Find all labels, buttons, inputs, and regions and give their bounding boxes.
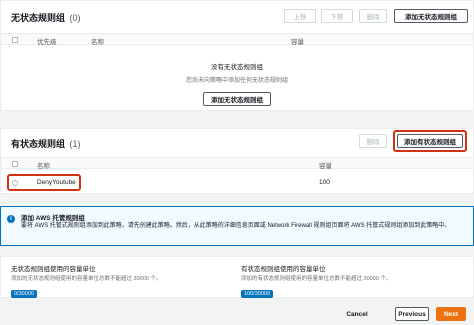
stateless-capacity-badge: 0/30000 (11, 290, 37, 298)
info-alert: i 添加 AWS 托管规则组 要将 AWS 托管式规则组添加到此策略，请先创建此… (0, 206, 474, 246)
stateless-capacity-desc: 添加的无状态规则组使用的容量单位总数不能超过 30000 个。 (11, 276, 162, 282)
stateful-table-header: 名称 容量 (1, 157, 473, 170)
stateful-capacity-badge: 100/30000 (241, 290, 273, 298)
stateless-capacity-title: 无状态规则组使用的容量单位 (11, 266, 96, 273)
stateful-select-all-checkbox[interactable] (12, 161, 18, 167)
stateless-count: (0) (69, 13, 81, 23)
stateless-title-text: 无状态规则组 (11, 13, 66, 23)
previous-button[interactable]: Previous (395, 307, 429, 321)
add-stateful-highlight (393, 130, 467, 152)
info-icon: i (7, 215, 15, 223)
cancel-button[interactable]: Cancel (346, 307, 367, 321)
stateless-panel-title: 无状态规则组 (0) (11, 11, 81, 24)
column-priority: 优先级 (37, 39, 57, 46)
stateless-empty-title: 没有无状态规则组 (211, 64, 263, 71)
move-up-button[interactable]: 上移 (284, 9, 316, 23)
capacity-panel: 无状态规则组使用的容量单位 添加的无状态规则组使用的容量单位总数不能超过 300… (0, 256, 474, 298)
empty-add-stateless-button[interactable]: 添加无状态规则组 (203, 92, 271, 106)
stateless-table-header: 优先级 名称 容量 (1, 33, 473, 46)
stateless-delete-button[interactable]: 删除 (359, 9, 387, 23)
move-down-button[interactable]: 下移 (321, 9, 353, 23)
stateful-capacity: 有状态规则组使用的容量单位 添加的有状态规则组使用的容量单位总数不能超过 300… (241, 263, 451, 300)
info-body: 要将 AWS 托管式规则组添加到此策略，请先创建此策略。然后，从此策略的详细信息… (21, 223, 451, 229)
stateless-select-all-checkbox[interactable] (12, 37, 18, 43)
column-name: 名称 (91, 39, 104, 46)
stateful-panel-title: 有状态规则组 (1) (11, 137, 81, 150)
column-capacity: 容量 (291, 39, 304, 46)
column-name: 名称 (37, 163, 50, 170)
info-title: 添加 AWS 托管规则组 (21, 215, 85, 222)
stateless-empty-desc: 您尚未向策略中添加任何无状态规则组 (185, 78, 288, 84)
row-highlight (7, 174, 81, 191)
column-capacity: 容量 (319, 163, 332, 170)
row-capacity: 100 (319, 179, 330, 186)
stateless-capacity: 无状态规则组使用的容量单位 添加的无状态规则组使用的容量单位总数不能超过 300… (11, 263, 221, 300)
next-button[interactable]: Next (436, 307, 466, 321)
stateful-count: (1) (69, 139, 81, 149)
stateless-rule-groups-panel: 无状态规则组 (0) 上移 下移 删除 添加无状态规则组 优先级 名称 容量 没… (0, 0, 474, 111)
stateful-capacity-title: 有状态规则组使用的容量单位 (241, 266, 326, 273)
stateful-delete-button[interactable]: 删除 (359, 134, 387, 148)
stateful-capacity-desc: 添加的有状态规则组使用的容量单位总数不能超过 30000 个。 (241, 276, 392, 282)
stateful-title-text: 有状态规则组 (11, 139, 66, 149)
stateful-rule-groups-panel: 有状态规则组 (1) 删除 添加有状态规则组 名称 容量 DenyYoutube… (0, 128, 474, 194)
add-stateless-rule-group-button[interactable]: 添加无状态规则组 (394, 9, 468, 23)
